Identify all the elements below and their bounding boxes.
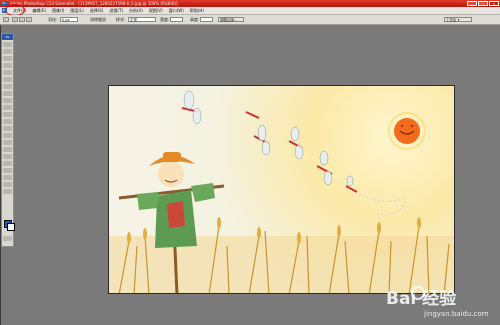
photoshop-logo-icon: Ps	[1, 1, 7, 6]
workspace-dropdown[interactable]: 工作区 ▾	[444, 17, 472, 22]
hand-tool-icon[interactable]	[3, 182, 12, 187]
eyedropper-tool-icon[interactable]	[3, 175, 12, 180]
brush-tool-icon[interactable]	[3, 91, 12, 96]
menu-items: 文件(F) 编辑(E) 图像(I) 图层(L) 选择(S) 滤镜(T) 分析(A…	[10, 7, 207, 14]
maximize-icon[interactable]: □	[478, 1, 488, 6]
height-label: 高度:	[190, 17, 200, 22]
width-label: 宽度:	[160, 17, 170, 22]
menu-select[interactable]: 选择(S)	[87, 7, 107, 14]
marquee-tool-icon[interactable]	[3, 49, 12, 54]
height-input[interactable]	[200, 17, 213, 22]
style-select[interactable]: 正常	[128, 17, 156, 22]
menu-edit[interactable]: 编辑(E)	[29, 7, 49, 14]
history-brush-tool-icon[interactable]	[3, 105, 12, 110]
gradient-tool-icon[interactable]	[3, 119, 12, 124]
minimize-icon[interactable]: –	[467, 1, 477, 6]
crop-tool-icon[interactable]	[3, 70, 12, 75]
close-icon[interactable]: ×	[489, 1, 499, 6]
menu-help[interactable]: 帮助(H)	[187, 7, 207, 14]
shape-tool-icon[interactable]	[3, 161, 12, 166]
eraser-tool-icon[interactable]	[3, 112, 12, 117]
blur-tool-icon[interactable]	[3, 126, 12, 131]
add-selection-icon[interactable]	[19, 17, 25, 22]
toolbox-header: Ps	[2, 34, 13, 40]
style-label: 样式:	[116, 17, 126, 22]
marquee-tool-icon[interactable]	[3, 17, 9, 22]
options-bar: 羽化: 0 px 消除锯齿 样式: 正常 宽度: 高度: 调整边缘... 工作区…	[0, 15, 500, 25]
healing-brush-tool-icon[interactable]	[3, 84, 12, 89]
dodge-tool-icon[interactable]	[3, 133, 12, 138]
menu-image[interactable]: 图像(I)	[49, 7, 67, 14]
watermark-url: jingyan.baidu.com	[424, 310, 489, 318]
lasso-tool-icon[interactable]	[3, 56, 12, 61]
title-bar: Ps Adobe Photoshop CS3 Extended - [11399…	[0, 0, 500, 7]
baidu-paw-icon	[411, 286, 425, 300]
illustration-scarecrow	[109, 90, 454, 293]
feather-label: 羽化:	[48, 17, 58, 22]
baidu-watermark: Bai 经验 jingyan.baidu.com	[378, 284, 498, 324]
subtract-selection-icon[interactable]	[26, 17, 32, 22]
magic-wand-tool-icon[interactable]	[3, 63, 12, 68]
width-input[interactable]	[170, 17, 183, 22]
menu-view[interactable]: 视图(V)	[146, 7, 166, 14]
window-controls: – □ ×	[467, 1, 499, 6]
slice-tool-icon[interactable]	[3, 77, 12, 82]
background-color-swatch[interactable]	[7, 223, 15, 231]
sun-icon	[394, 118, 420, 144]
menu-layer[interactable]: 图层(L)	[67, 7, 86, 14]
type-tool-icon[interactable]	[3, 147, 12, 152]
quick-mask-icon[interactable]	[3, 236, 12, 241]
document-canvas[interactable]	[108, 85, 455, 294]
feather-input[interactable]: 0 px	[60, 17, 78, 22]
window-title: Adobe Photoshop CS3 Extended - [1139957_…	[10, 1, 178, 6]
refine-edge-button[interactable]: 调整边缘...	[218, 17, 244, 22]
zoom-tool-icon[interactable]	[3, 189, 12, 194]
path-selection-tool-icon[interactable]	[3, 154, 12, 159]
antialias-checkbox[interactable]: 消除锯齿	[90, 17, 106, 22]
pen-tool-icon[interactable]	[3, 140, 12, 145]
menu-analysis[interactable]: 分析(A)	[126, 7, 146, 14]
new-selection-icon[interactable]	[12, 17, 18, 22]
menu-window[interactable]: 窗口(W)	[166, 7, 187, 14]
clone-stamp-tool-icon[interactable]	[3, 98, 12, 103]
toolbox: Ps	[1, 33, 15, 247]
notes-tool-icon[interactable]	[3, 168, 12, 173]
menu-bar: Ps 文件(F) 编辑(E) 图像(I) 图层(L) 选择(S) 滤镜(T) 分…	[0, 7, 500, 15]
move-tool-icon[interactable]	[3, 42, 12, 47]
menu-filter[interactable]: 滤镜(T)	[106, 7, 126, 14]
